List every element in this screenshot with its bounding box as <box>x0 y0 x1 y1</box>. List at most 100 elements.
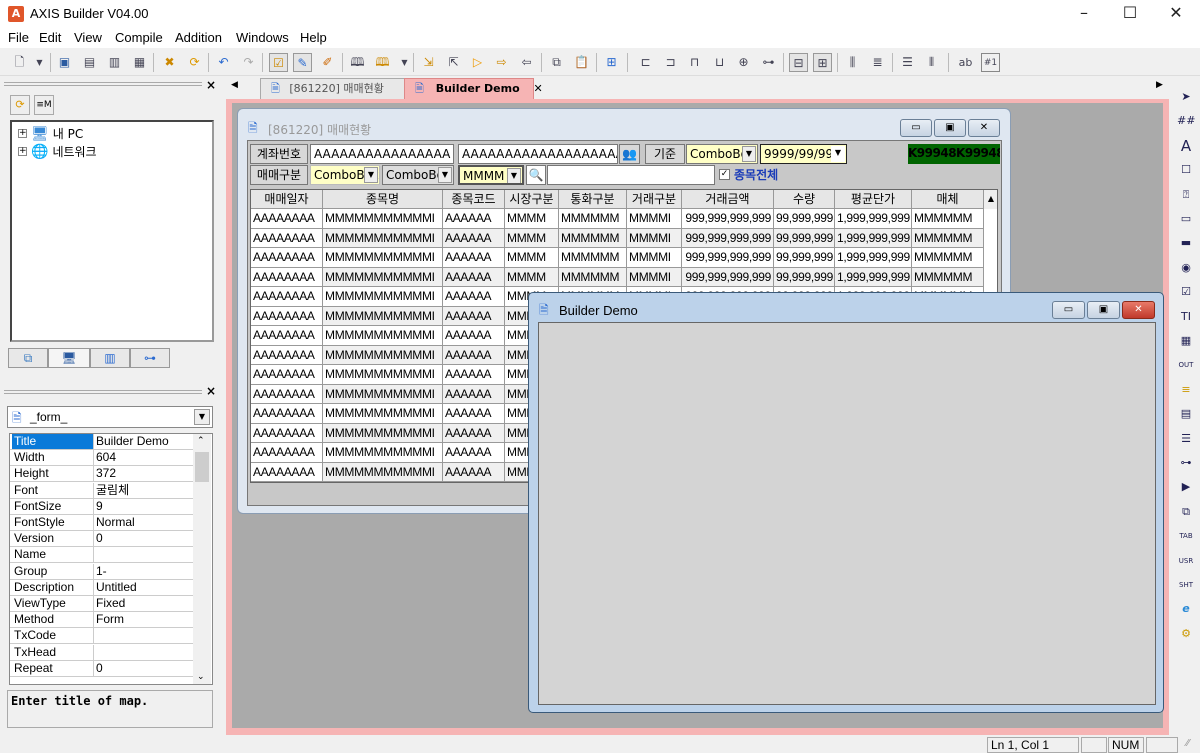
save-icon[interactable]: ▣ <box>55 53 74 72</box>
property-row[interactable]: Description Untitled <box>10 579 194 596</box>
calculator-tool-icon[interactable]: ▦ <box>1177 332 1195 350</box>
grid-cell[interactable]: MMMMMMMMMMMI <box>323 404 443 424</box>
grid-cell[interactable]: AAAAAAAA <box>251 345 323 365</box>
export-icon[interactable]: ⇱ <box>444 53 463 72</box>
tab-tool-icon[interactable]: TAB <box>1177 527 1195 545</box>
grid-cell[interactable]: MMMMI <box>627 267 682 287</box>
grid-cell[interactable]: MMMMMMMMMMMI <box>323 443 443 463</box>
column-header[interactable]: 시장구분 <box>505 190 559 209</box>
grid-cell[interactable]: MMMMMM <box>912 228 984 248</box>
properties-close-icon[interactable]: × <box>206 384 216 398</box>
grid-cell[interactable]: AAAAAA <box>443 209 505 229</box>
panel-grip[interactable] <box>4 82 202 86</box>
grid-cell[interactable]: MMMMI <box>627 209 682 229</box>
grid-cell[interactable]: MMMMMMMMMMMI <box>323 462 443 482</box>
grid-cell[interactable]: AAAAAA <box>443 306 505 326</box>
grid-cell[interactable]: AAAAAAAA <box>251 404 323 424</box>
grid-cell[interactable]: AAAAAAAA <box>251 443 323 463</box>
undo-icon[interactable]: ↶ <box>214 53 233 72</box>
space-horizontal-icon[interactable]: ⫼ <box>843 53 862 72</box>
find-dropdown-icon[interactable]: ▼ <box>395 53 414 72</box>
property-row[interactable]: FontSize 9 <box>10 498 194 515</box>
tab-trade-status[interactable]: 🗎 [861220] 매매현황 <box>260 78 410 100</box>
space-across-icon[interactable]: ☰ <box>898 53 917 72</box>
grid-cell[interactable]: MMMMMMMMMMMI <box>323 287 443 307</box>
property-value[interactable]: 9 <box>94 499 194 514</box>
grid-scroll-up-icon[interactable]: ▲ <box>983 190 997 209</box>
import-icon[interactable]: ⇲ <box>419 53 438 72</box>
radio-button-tool-icon[interactable]: ◉ <box>1177 259 1195 277</box>
property-value[interactable]: 굴림체 <box>94 483 194 498</box>
chevron-down-icon[interactable]: ▼ <box>438 167 452 183</box>
align-bottom-icon[interactable]: ⊔ <box>710 53 729 72</box>
property-value[interactable]: Untitled <box>94 580 194 595</box>
grid-cell[interactable]: MMMMMMMMMMMI <box>323 228 443 248</box>
grid-cell[interactable]: AAAAAA <box>443 365 505 385</box>
text-input-tool-icon[interactable]: TI <box>1177 308 1195 326</box>
design-mode-icon[interactable]: ✎ <box>293 53 312 72</box>
rectangle-tool-icon[interactable]: ☐ <box>1177 161 1195 179</box>
property-row[interactable]: ViewType Fixed <box>10 596 194 612</box>
explorer-close-icon[interactable]: × <box>206 78 216 92</box>
redo-icon[interactable]: ↷ <box>239 53 258 72</box>
tab-order-icon[interactable]: ⊞ <box>602 53 621 72</box>
account-name-input[interactable]: AAAAAAAAAAAAAAAAAAA <box>458 144 618 164</box>
find-icon[interactable]: 🕮 <box>348 53 367 72</box>
currency-combo[interactable]: ComboBox ▼ <box>382 165 454 185</box>
grid-cell[interactable]: 1,999,999,999 <box>835 228 912 248</box>
grid-cell[interactable]: 99,999,999 <box>774 248 835 268</box>
column-header[interactable]: 종목명 <box>323 190 443 209</box>
hierarchy-tab[interactable]: ⊶ <box>130 348 170 368</box>
chevron-down-icon[interactable]: ▼ <box>194 409 210 425</box>
property-value[interactable]: 1- <box>94 564 194 579</box>
grid-cell[interactable]: MMMMMM <box>912 248 984 268</box>
grid-cell[interactable]: MMMMMMMMMMMI <box>323 384 443 404</box>
properties-icon[interactable]: ☑ <box>269 53 288 72</box>
grid-cell[interactable]: 99,999,999 <box>774 228 835 248</box>
new-file-icon[interactable]: 🗋 <box>10 53 29 72</box>
receive-icon[interactable]: ⇦ <box>517 53 536 72</box>
property-value[interactable]: 604 <box>94 450 194 465</box>
tree-item-network[interactable]: + 🌐 네트워크 <box>18 143 97 160</box>
grid-cell[interactable]: AAAAAA <box>443 404 505 424</box>
grid-cell[interactable]: AAAAAAAA <box>251 209 323 229</box>
grid-cell[interactable]: AAAAAAAA <box>251 228 323 248</box>
maximize-button[interactable]: ☐ <box>1107 0 1153 28</box>
grid-cell[interactable]: MMMMMM <box>912 267 984 287</box>
grid-cell[interactable]: AAAAAAAA <box>251 306 323 326</box>
send-icon[interactable]: ⇨ <box>492 53 511 72</box>
grid-cell[interactable]: AAAAAA <box>443 267 505 287</box>
object-selector[interactable]: 🗎 _form_ ▼ <box>7 406 213 428</box>
basis-combo[interactable]: ComboBox ▼ <box>686 144 758 164</box>
form-tab[interactable]: ▥ <box>90 348 130 368</box>
design-canvas[interactable] <box>538 322 1156 705</box>
grid-cell[interactable]: 1,999,999,999 <box>835 267 912 287</box>
minimize-button[interactable]: ▭ <box>1052 301 1085 319</box>
column-header[interactable]: 거래금액 <box>682 190 774 209</box>
grid-cell[interactable]: AAAAAAAA <box>251 248 323 268</box>
paste-icon[interactable]: 📋 <box>572 53 591 72</box>
edit-box-tool-icon[interactable]: ▭ <box>1177 210 1195 228</box>
property-value[interactable]: Fixed <box>94 596 194 611</box>
memo-tool-icon[interactable]: ≡ <box>1177 381 1195 399</box>
space-vertical-icon[interactable]: ≣ <box>868 53 887 72</box>
grid-cell[interactable]: 999,999,999,999 <box>682 209 774 229</box>
user-tool-icon[interactable]: USR <box>1177 552 1195 570</box>
space-down-icon[interactable]: ⦀ <box>922 53 941 72</box>
align-right-icon[interactable]: ⊐ <box>661 53 680 72</box>
grid-cell[interactable]: MMMMMMMMMMMI <box>323 423 443 443</box>
close-button[interactable]: ✕ <box>968 119 1000 137</box>
grid-cell[interactable]: 999,999,999,999 <box>682 248 774 268</box>
grid-cell[interactable]: 1,999,999,999 <box>835 209 912 229</box>
column-header[interactable]: 평균단가 <box>835 190 912 209</box>
property-value[interactable]: Builder Demo <box>94 434 194 449</box>
property-value[interactable]: Form <box>94 612 194 627</box>
expand-icon[interactable]: + <box>18 147 27 156</box>
trade-type-combo[interactable]: ComboBox ▼ <box>310 165 380 185</box>
menu-help[interactable]: Help <box>300 30 327 45</box>
grid-cell[interactable]: AAAAAA <box>443 326 505 346</box>
scroll-down-icon[interactable]: ⌄ <box>197 672 205 682</box>
grid-cell[interactable]: AAAAAA <box>443 345 505 365</box>
grid-cell[interactable]: MMMMI <box>627 228 682 248</box>
property-value[interactable]: 372 <box>94 466 194 481</box>
